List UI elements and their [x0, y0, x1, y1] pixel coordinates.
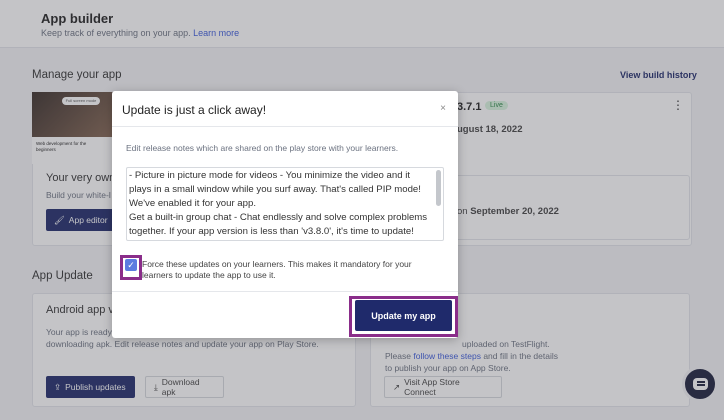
release-notes-scrollbar[interactable] — [436, 170, 441, 206]
modal-description: Edit release notes which are shared on t… — [126, 143, 399, 153]
release-notes-text: - Picture in picture mode for videos - Y… — [129, 170, 428, 237]
checkmark-icon: ✓ — [127, 260, 135, 270]
close-icon[interactable]: × — [440, 103, 446, 114]
modal-title: Update is just a click away! — [122, 103, 267, 117]
force-update-label: Force these updates on your learners. Th… — [142, 259, 412, 280]
force-update-checkbox[interactable]: ✓ — [125, 259, 137, 271]
modal-header: Update is just a click away! × — [112, 91, 458, 127]
release-notes-textarea[interactable]: - Picture in picture mode for videos - Y… — [126, 167, 444, 241]
update-my-app-button[interactable]: Update my app — [355, 300, 452, 331]
